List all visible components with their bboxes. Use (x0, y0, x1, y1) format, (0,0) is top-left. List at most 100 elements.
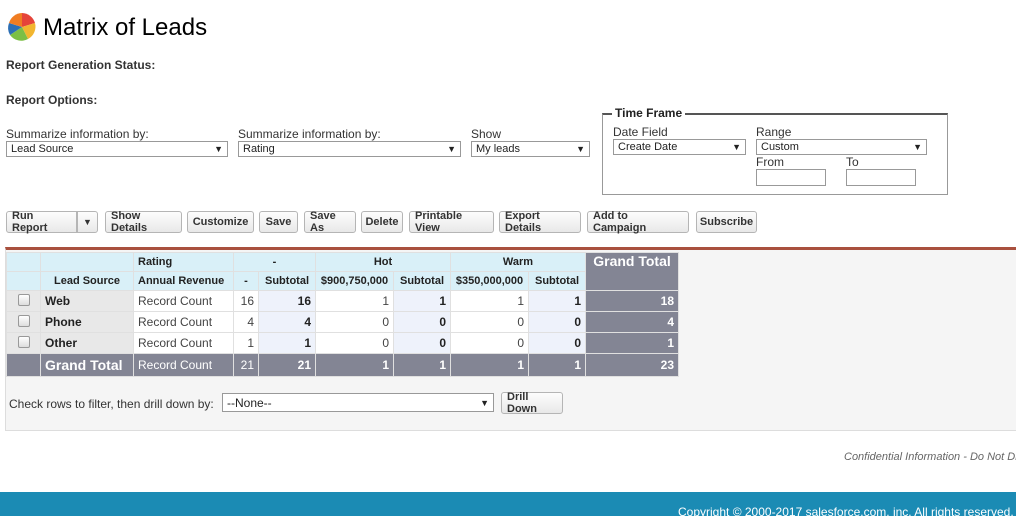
subtotal-cell: 1 (528, 290, 586, 312)
subtotal-cell: 0 (528, 332, 586, 354)
grand-measure: Record Count (133, 353, 234, 377)
value-cell: 16 (233, 290, 259, 312)
customize-button[interactable]: Customize (187, 211, 254, 233)
row-total-cell: 18 (585, 290, 679, 312)
row-total-cell: 4 (585, 311, 679, 333)
grand-cell: 1 (315, 353, 394, 377)
chevron-down-icon: ▼ (480, 397, 489, 408)
rating-header: Rating (133, 252, 234, 272)
grand-total-cell: 23 (585, 353, 679, 377)
subtotal-cell: 16 (258, 290, 316, 312)
grand-cell: 1 (528, 353, 586, 377)
value-cell: 0 (315, 311, 394, 333)
table-row: Other Record Count 1 1 0 0 0 0 1 (6, 332, 679, 354)
copyright-text: Copyright © 2000-2017 salesforce.com, in… (678, 505, 1014, 519)
add-to-campaign-button[interactable]: Add to Campaign (587, 210, 689, 234)
value-cell: 0 (450, 332, 529, 354)
chevron-down-icon: ▼ (447, 144, 456, 154)
table-row: Phone Record Count 4 4 0 0 0 0 4 (6, 311, 679, 333)
lead-source-cell: Phone (40, 311, 134, 333)
to-date-input[interactable] (846, 169, 916, 186)
row-checkbox[interactable] (17, 335, 30, 348)
confidential-notice: Confidential Information - Do Not Distri… (844, 451, 1016, 463)
summarize1-value: Lead Source (11, 143, 74, 155)
chevron-down-icon: ▼ (576, 144, 585, 154)
run-report-button[interactable]: Run Report (6, 210, 77, 234)
show-value: My leads (476, 143, 521, 155)
drill-value: --None-- (227, 395, 272, 410)
page-title: Matrix of Leads (43, 14, 208, 41)
run-report-dropdown-icon[interactable]: ▼ (77, 211, 98, 233)
delete-button[interactable]: Delete (361, 211, 403, 233)
grand-total-label: Grand Total (40, 353, 134, 377)
date-field-select[interactable]: Create Date ▼ (613, 139, 746, 155)
value-cell: 1 (315, 290, 394, 312)
table-row: Web Record Count 16 16 1 1 1 1 18 (6, 290, 679, 312)
subheader: $900,750,000 (315, 271, 394, 291)
value-cell: 1 (233, 332, 259, 354)
show-details-button[interactable]: Show Details (105, 210, 182, 234)
annual-revenue-header: Annual Revenue (133, 271, 234, 291)
group-header: Warm (450, 252, 586, 272)
export-details-button[interactable]: Export Details (499, 210, 581, 234)
range-select[interactable]: Custom ▼ (756, 139, 927, 155)
chevron-down-icon: ▼ (732, 142, 741, 152)
group-header: Hot (315, 252, 451, 272)
drill-down-button[interactable]: Drill Down (501, 391, 563, 415)
subheader: Subtotal (258, 271, 316, 291)
row-checkbox[interactable] (17, 314, 30, 327)
subtotal-cell: 1 (393, 290, 451, 312)
chevron-down-icon: ▼ (913, 142, 922, 152)
report-options-label: Report Options: (6, 93, 98, 107)
date-field-value: Create Date (618, 141, 678, 153)
drill-label: Check rows to filter, then drill down by… (9, 397, 214, 411)
measure-cell: Record Count (133, 332, 234, 354)
value-cell: 0 (315, 332, 394, 354)
subscribe-button[interactable]: Subscribe (696, 211, 757, 233)
subtotal-cell: 0 (393, 311, 451, 333)
row-total-cell: 1 (585, 332, 679, 354)
subtotal-cell: 1 (258, 332, 316, 354)
time-frame-legend: Time Frame (612, 106, 686, 120)
grand-cell: 21 (233, 353, 259, 377)
save-as-button[interactable]: Save As (304, 210, 356, 234)
to-label: To (846, 155, 859, 169)
show-select[interactable]: My leads ▼ (471, 141, 590, 157)
range-label: Range (756, 125, 792, 139)
summarize2-select[interactable]: Rating ▼ (238, 141, 461, 157)
subtotal-cell: 0 (528, 311, 586, 333)
subheader: Subtotal (528, 271, 586, 291)
chevron-down-icon: ▼ (214, 144, 223, 154)
range-value: Custom (761, 141, 799, 153)
row-checkbox[interactable] (17, 293, 30, 306)
subheader: $350,000,000 (450, 271, 529, 291)
subtotal-cell: 0 (393, 332, 451, 354)
value-cell: 1 (450, 290, 529, 312)
summarize1-label: Summarize information by: (6, 127, 149, 141)
printable-view-button[interactable]: Printable View (409, 210, 494, 234)
value-cell: 4 (233, 311, 259, 333)
grand-cell: 21 (258, 353, 316, 377)
report-status-label: Report Generation Status: (6, 58, 156, 72)
grand-cell: 1 (450, 353, 529, 377)
lead-source-header: Lead Source (40, 271, 134, 291)
show-label: Show (471, 127, 502, 141)
date-field-label: Date Field (613, 125, 668, 139)
report-logo-icon (8, 13, 36, 41)
summarize2-value: Rating (243, 143, 275, 155)
subheader: - (233, 271, 259, 291)
value-cell: 0 (450, 311, 529, 333)
grand-cell: 1 (393, 353, 451, 377)
from-date-input[interactable] (756, 169, 826, 186)
drill-down-select[interactable]: --None-- ▼ (222, 393, 494, 412)
measure-cell: Record Count (133, 290, 234, 312)
subheader: Subtotal (393, 271, 451, 291)
lead-source-cell: Other (40, 332, 134, 354)
measure-cell: Record Count (133, 311, 234, 333)
group-header: - (233, 252, 316, 272)
matrix-table: Rating - Hot Warm Grand Total Lead Sourc… (6, 252, 679, 377)
lead-source-cell: Web (40, 290, 134, 312)
from-label: From (756, 155, 784, 169)
save-button[interactable]: Save (259, 211, 298, 233)
summarize1-select[interactable]: Lead Source ▼ (6, 141, 228, 157)
